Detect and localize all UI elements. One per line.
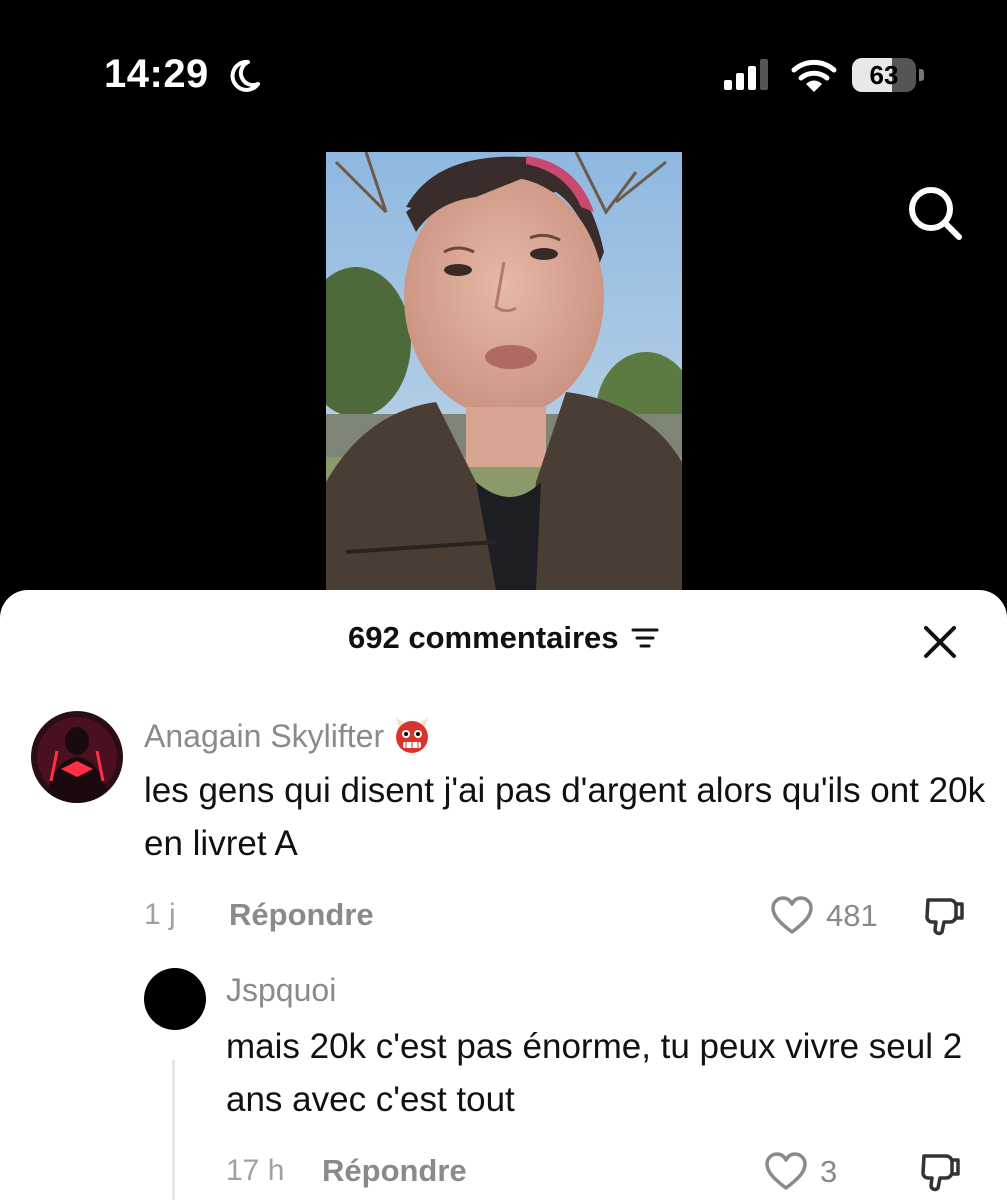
- battery-percentage: 63: [869, 60, 899, 90]
- comment-time: 1 j: [144, 898, 176, 931]
- like-count: 3: [820, 1154, 838, 1189]
- status-bar: 14:29 63: [0, 0, 1007, 150]
- search-icon[interactable]: [906, 184, 964, 242]
- avatar-image: [31, 711, 123, 803]
- close-icon[interactable]: [922, 624, 958, 660]
- video-frame-illustration: [326, 152, 682, 590]
- ogre-mask-emoji-icon: [396, 717, 429, 753]
- comment-time: 17 h: [226, 1154, 285, 1187]
- thumbs-down-icon[interactable]: [918, 1150, 962, 1194]
- comment-username[interactable]: Jspquoi: [226, 972, 336, 1009]
- comment-text: les gens qui disent j'ai pas d'argent al…: [144, 771, 986, 863]
- reply-thread-line: [172, 1060, 175, 1200]
- comment-text: mais 20k c'est pas énorme, tu peux vivre…: [226, 1027, 963, 1119]
- cellular-signal-icon: [724, 59, 768, 90]
- status-time: 14:29: [104, 52, 209, 96]
- avatar[interactable]: [31, 711, 123, 803]
- like-count: 481: [826, 898, 878, 933]
- battery-icon: 63: [852, 58, 924, 94]
- avatar[interactable]: [144, 968, 206, 1030]
- thumbs-down-icon[interactable]: [922, 894, 966, 938]
- video-thumbnail[interactable]: [326, 152, 682, 590]
- comment-count: 692 commentaires: [348, 620, 619, 655]
- video-area[interactable]: [0, 150, 1007, 590]
- wifi-icon: [791, 59, 837, 92]
- heart-icon[interactable]: [770, 895, 814, 935]
- heart-icon[interactable]: [764, 1151, 808, 1191]
- moon-icon: [230, 59, 260, 92]
- reply-button[interactable]: Répondre: [322, 1153, 467, 1189]
- reply-button[interactable]: Répondre: [229, 897, 374, 933]
- comments-header: 692 commentaires: [0, 620, 1007, 664]
- comments-panel: 692 commentaires Anagain Skylifter les g…: [0, 590, 1007, 1200]
- comment-username[interactable]: Anagain Skylifter: [144, 715, 432, 755]
- sort-icon[interactable]: [631, 626, 659, 650]
